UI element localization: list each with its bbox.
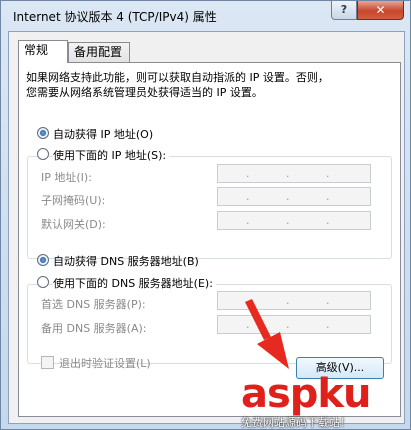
default-gateway-label: 默认网关(D): — [41, 218, 106, 231]
validate-on-exit-label[interactable]: 退出时验证设置(L) — [59, 355, 151, 371]
watermark-subtitle: 免费网站源码下载站！ — [241, 416, 351, 429]
auto-dns-label[interactable]: 自动获得 DNS 服务器地址(B) — [53, 253, 199, 269]
description-line-2: 您需要从网络系统管理员处获得适当的 IP 设置。 — [26, 86, 263, 99]
ip-address-field[interactable]: ... — [217, 164, 371, 183]
preferred-dns-label: 首选 DNS 服务器(P): — [41, 298, 146, 311]
validate-on-exit-checkbox[interactable] — [41, 356, 54, 369]
title-bar[interactable]: Internet 协议版本 4 (TCP/IPv4) 属性 ? ✕ — [1, 1, 410, 31]
subnet-mask-label: 子网掩码(U): — [41, 194, 106, 207]
alternate-dns-field[interactable]: ... — [217, 315, 371, 334]
tab-general[interactable]: 常规 — [18, 40, 68, 63]
window-title: Internet 协议版本 4 (TCP/IPv4) 属性 — [13, 10, 217, 24]
manual-ip-radio[interactable] — [37, 148, 49, 160]
dialog-window: Internet 协议版本 4 (TCP/IPv4) 属性 ? ✕ 常规 备用配… — [0, 0, 411, 430]
alternate-dns-label: 备用 DNS 服务器(A): — [41, 322, 147, 335]
auto-dns-radio[interactable] — [37, 254, 49, 266]
dialog-client-area: 常规 备用配置 如果网络支持此功能，则可以获取自动指派的 IP 设置。否则， 您… — [8, 31, 405, 424]
subnet-mask-field[interactable]: ... — [217, 187, 371, 206]
watermark-text: aspku — [241, 371, 372, 417]
auto-ip-label[interactable]: 自动获得 IP 地址(O) — [53, 126, 153, 142]
ip-address-label: IP 地址(I): — [41, 171, 92, 184]
auto-ip-radio[interactable] — [37, 127, 49, 139]
watermark-logo: aspku 免费网站源码下载站！ — [241, 373, 411, 430]
description-line-1: 如果网络支持此功能，则可以获取自动指派的 IP 设置。否则， — [26, 71, 329, 84]
description-text: 如果网络支持此功能，则可以获取自动指派的 IP 设置。否则， 您需要从网络系统管… — [26, 70, 391, 100]
close-button[interactable]: ✕ — [357, 1, 404, 20]
manual-dns-label[interactable]: 使用下面的 DNS 服务器地址(E): — [53, 275, 216, 291]
manual-ip-label[interactable]: 使用下面的 IP 地址(S): — [53, 147, 170, 163]
tab-alternate-configuration[interactable]: 备用配置 — [68, 42, 130, 62]
preferred-dns-field[interactable]: ... — [217, 291, 371, 310]
manual-dns-radio[interactable] — [37, 276, 49, 288]
help-button[interactable]: ? — [331, 1, 357, 20]
default-gateway-field[interactable]: ... — [217, 211, 371, 230]
